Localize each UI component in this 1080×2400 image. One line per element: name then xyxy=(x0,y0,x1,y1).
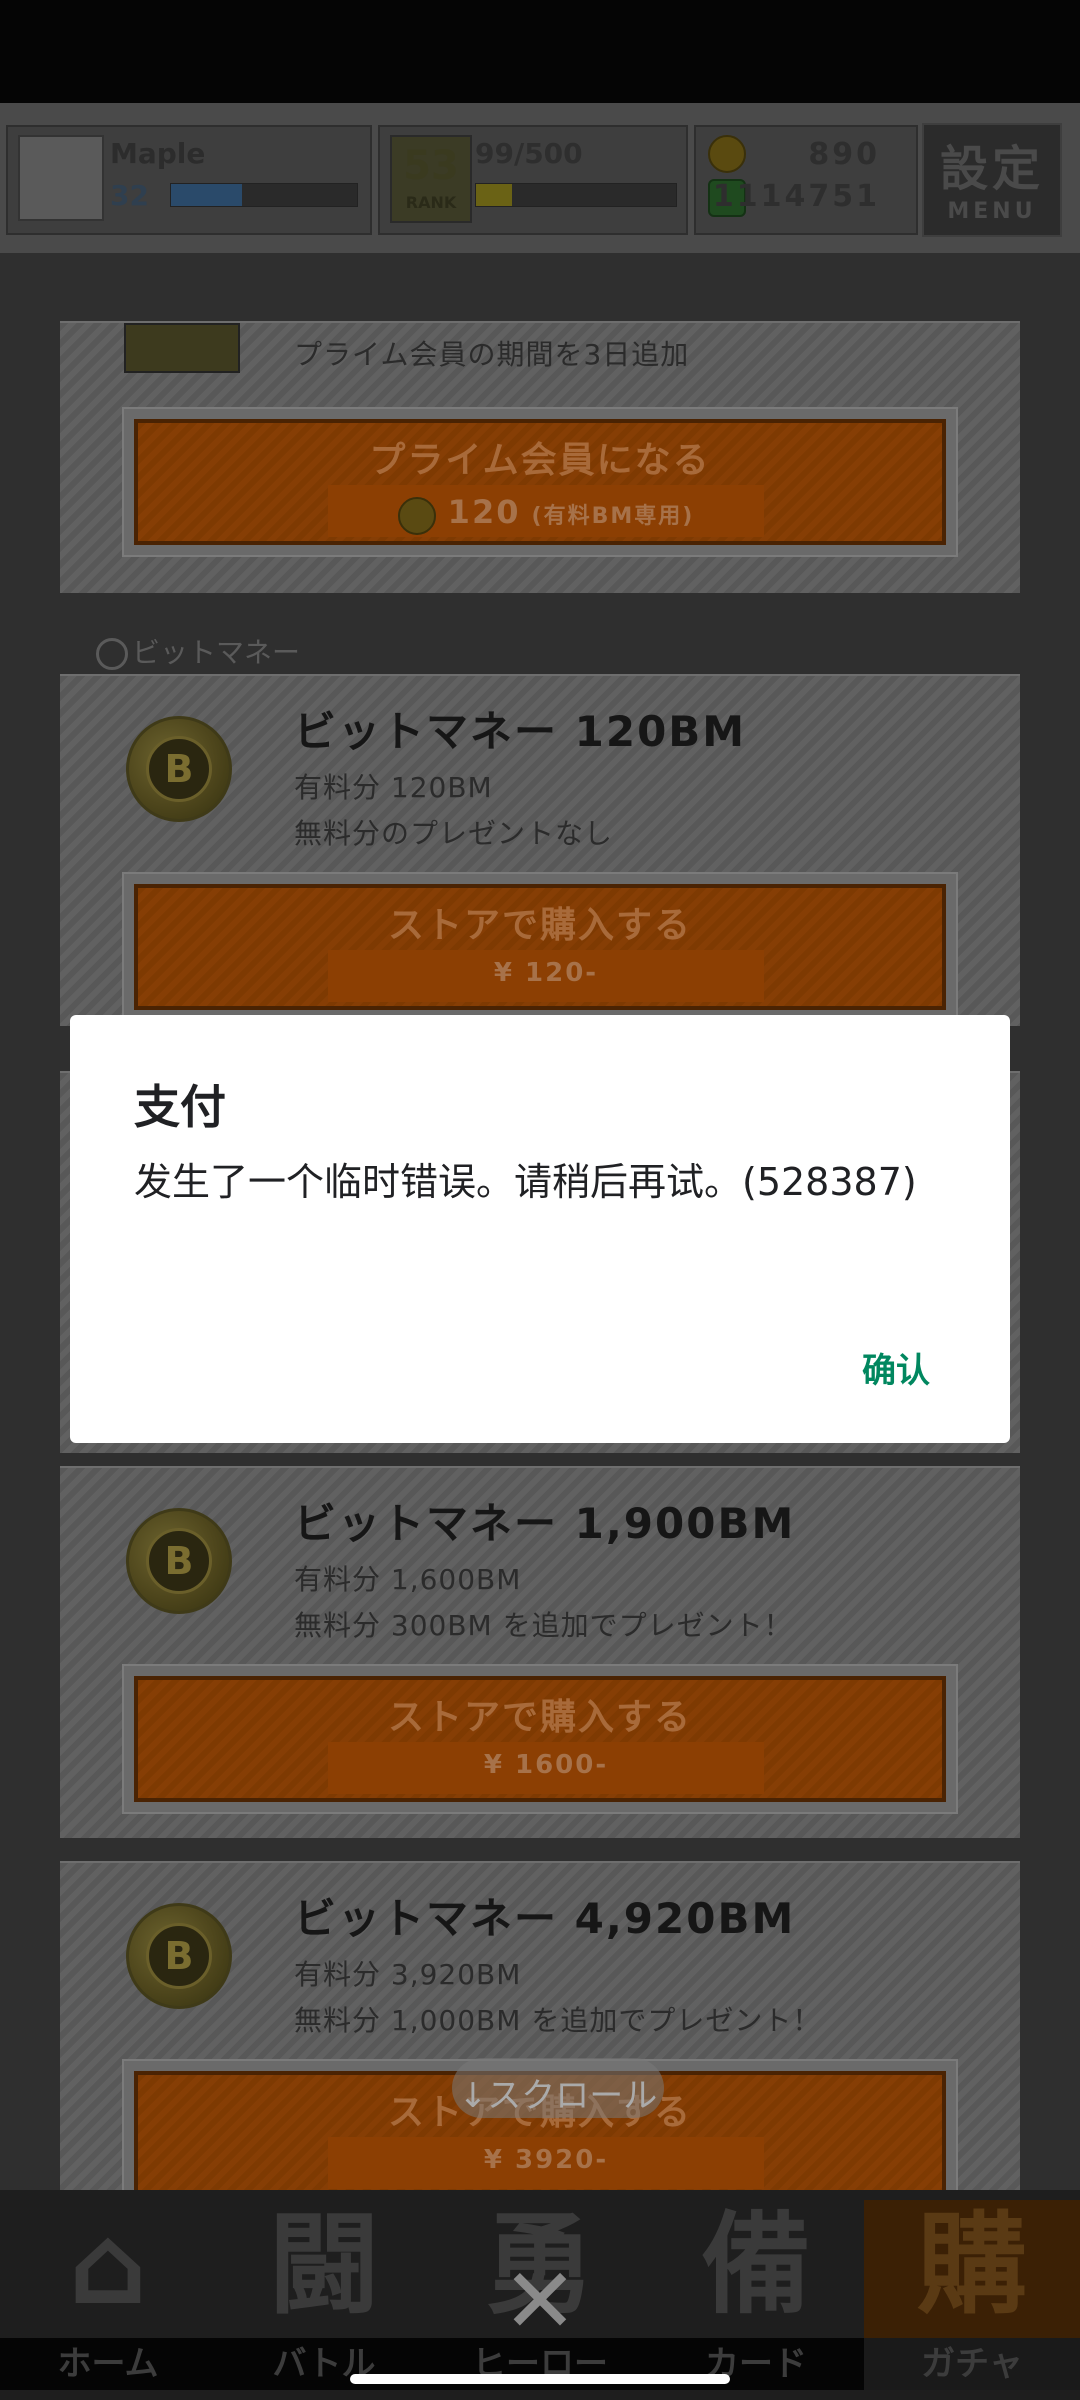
buy-button-label: ストアで購入する xyxy=(387,1697,692,1738)
product-price: ¥ 1600- xyxy=(483,1750,609,1780)
section-header: ビットマネー xyxy=(96,631,300,671)
buy-button[interactable]: ストアで購入する ¥ 1600- xyxy=(122,1664,958,1814)
stamina-value: 99/500 xyxy=(475,137,583,170)
buy-button[interactable]: ストアで購入する ¥ 120- xyxy=(122,872,958,1022)
avatar xyxy=(18,135,104,221)
product-paid: 有料分 3,920BM xyxy=(294,1958,522,1991)
product-card: B ビットマネー 120BM 有料分 120BM 無料分のプレゼントなし ストア… xyxy=(60,674,1020,1026)
menu-button[interactable]: 設定 MENU xyxy=(922,123,1062,237)
stamina-bar-fill xyxy=(476,184,512,206)
exp-bar-fill xyxy=(171,184,242,206)
rank-label: RANK xyxy=(405,193,457,212)
rank-number: 53 xyxy=(403,143,459,189)
prime-icon xyxy=(124,323,240,373)
buy-button-face: ストアで購入する ¥ 120- xyxy=(134,884,946,1010)
battle-icon: 闘 xyxy=(269,2201,379,2329)
prime-join-button[interactable]: プライム会員になる 120 (有料BM専用) xyxy=(122,407,958,557)
prime-price-box: 120 (有料BM専用) xyxy=(328,485,764,537)
product-bonus: 無料分のプレゼントなし xyxy=(294,817,614,850)
prime-price: 120 (有料BM専用) xyxy=(328,493,764,535)
nav-home[interactable]: ⌂ ホーム xyxy=(0,2200,216,2390)
product-paid: 有料分 1,600BM xyxy=(294,1563,522,1596)
close-icon[interactable]: ✕ xyxy=(500,2257,580,2347)
bit-money-coin-icon: B xyxy=(126,1508,232,1614)
nav-gacha-label: ガチャ xyxy=(864,2338,1080,2390)
buy-button-label: ストアで購入する xyxy=(387,905,692,946)
scroll-hint[interactable]: ↓スクロール xyxy=(452,2058,664,2118)
buy-button-face: ストアで購入する ¥ 1600- xyxy=(134,1676,946,1802)
coin-amount: 1114751 xyxy=(712,179,880,214)
player-level: 32 xyxy=(110,179,149,212)
confirm-button[interactable]: 确认 xyxy=(858,1337,934,1398)
bm-coin-icon xyxy=(397,496,436,535)
product-title: ビットマネー 4,920BM xyxy=(294,1894,796,1943)
product-bonus: 無料分 300BM を追加でプレゼント！ xyxy=(294,1609,793,1642)
product-title: ビットマネー 1,900BM xyxy=(294,1499,796,1548)
menu-label: MENU xyxy=(947,199,1037,224)
prime-price-note: (有料BM専用) xyxy=(531,504,695,529)
nav-card[interactable]: 備 カード xyxy=(648,2200,864,2390)
product-price: ¥ 3920- xyxy=(483,2145,609,2175)
gacha-icon: 購 xyxy=(917,2201,1027,2329)
rank-badge: 53 RANK xyxy=(390,135,472,223)
product-bonus: 無料分 1,000BM を追加でプレゼント！ xyxy=(294,2004,822,2037)
scroll-hint-label: ↓スクロール xyxy=(458,2076,658,2116)
nav-gacha[interactable]: 購 ガチャ xyxy=(864,2200,1080,2390)
price-box: ¥ 1600- xyxy=(328,1742,764,1794)
product-paid: 有料分 120BM xyxy=(294,771,493,804)
game-header: Maple 32 53 RANK 99/500 890 1114751 設定 M… xyxy=(0,103,1080,253)
payment-error-dialog: 支付 发生了一个临时错误。请稍后再试。(528387) 确认 xyxy=(70,1015,1010,1443)
nav-home-label: ホーム xyxy=(0,2338,216,2390)
status-bar xyxy=(0,0,1080,103)
bm-circle-icon xyxy=(96,638,128,670)
prime-subtitle: プライム会員の期間を3日追加 xyxy=(294,338,690,371)
nav-battle[interactable]: 闘 バトル xyxy=(216,2200,432,2390)
prime-card: プライム会員の期間を3日追加 プライム会員になる 120 (有料BM専用) xyxy=(60,321,1020,593)
section-title: ビットマネー xyxy=(132,636,301,669)
product-title: ビットマネー 120BM xyxy=(294,707,747,756)
player-name: Maple xyxy=(110,137,206,170)
prime-join-label: プライム会員になる xyxy=(369,440,711,481)
home-indicator[interactable] xyxy=(350,2374,730,2384)
bm-coin-icon xyxy=(708,135,746,173)
price-box: ¥ 120- xyxy=(328,950,764,1002)
product-card: B ビットマネー 4,920BM 有料分 3,920BM 無料分 1,000BM… xyxy=(60,1861,1020,2192)
bit-money-coin-icon: B xyxy=(126,716,232,822)
dialog-message: 发生了一个临时错误。请稍后再试。(528387) xyxy=(134,1160,917,1204)
prime-join-button-face: プライム会員になる 120 (有料BM専用) xyxy=(134,419,946,545)
product-card: B ビットマネー 1,900BM 有料分 1,600BM 無料分 300BM を… xyxy=(60,1466,1020,1838)
exp-bar xyxy=(170,183,358,207)
prime-price-value: 120 xyxy=(447,493,521,531)
product-price: ¥ 120- xyxy=(493,958,599,988)
bm-amount: 890 xyxy=(808,137,880,172)
price-box: ¥ 3920- xyxy=(328,2137,764,2189)
home-icon: ⌂ xyxy=(68,2201,148,2329)
dialog-title: 支付 xyxy=(134,1080,226,1134)
bit-money-coin-icon: B xyxy=(126,1903,232,2009)
stamina-bar xyxy=(475,183,677,207)
menu-kanji: 設定 xyxy=(939,141,1044,197)
card-icon: 備 xyxy=(701,2201,811,2329)
